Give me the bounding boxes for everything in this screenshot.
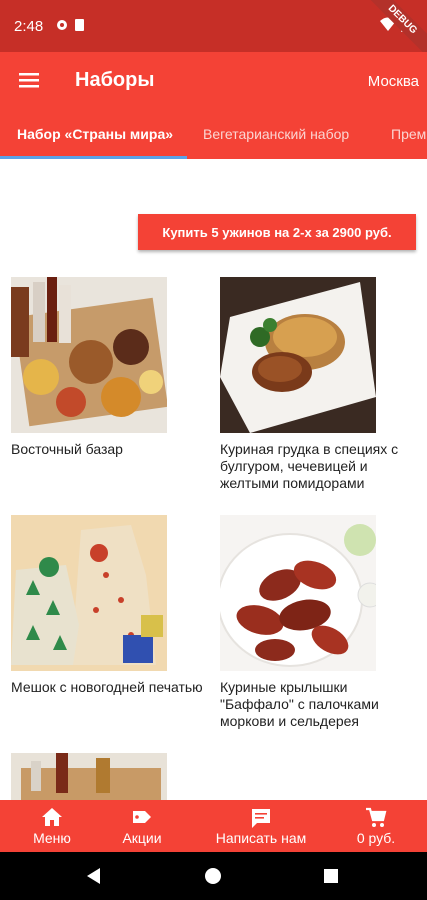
tab-vegetarian-set[interactable]: Вегетарианский набор [203, 126, 349, 142]
tab-premium-set[interactable]: Прем [391, 126, 426, 142]
bottom-navigation: Меню Акции Написать нам 0 руб. [0, 800, 427, 852]
product-image [220, 277, 376, 433]
city-selector[interactable]: Москва [368, 73, 419, 90]
nav-label: Акции [122, 830, 162, 846]
nav-item-cart[interactable]: 0 руб. [340, 800, 412, 852]
product-card[interactable]: Мешок с новогодней печатью [11, 515, 211, 696]
tag-icon [131, 807, 153, 832]
product-image [11, 515, 167, 671]
home-button-icon[interactable] [205, 868, 221, 884]
product-title: Куриные крылышки "Баффало" с палочками м… [220, 679, 379, 729]
page-title: Наборы [75, 69, 155, 91]
product-image [220, 515, 376, 671]
home-icon [41, 807, 63, 832]
product-title: Восточный базар [11, 441, 123, 457]
product-grid: Купить 5 ужинов на 2-х за 2900 руб. Вост… [0, 159, 427, 800]
nav-label: 0 руб. [356, 830, 396, 846]
nav-item-menu[interactable]: Меню [10, 800, 94, 852]
app-bar: Наборы Москва [0, 52, 427, 109]
recents-icon[interactable] [324, 869, 338, 883]
tab-bar: Набор «Страны мира» Вегетарианский набор… [0, 109, 427, 159]
product-image [11, 753, 167, 800]
tab-countries-set[interactable]: Набор «Страны мира» [17, 126, 173, 142]
nav-item-contact[interactable]: Написать нам [205, 800, 317, 852]
nav-label: Написать нам [215, 830, 307, 846]
menu-icon[interactable] [18, 70, 40, 90]
status-time: 2:48 [14, 18, 44, 35]
system-navigation-bar [0, 852, 427, 900]
product-title: Куриная грудка в специях с булгуром, чеч… [220, 441, 399, 491]
product-card[interactable]: Куриные крылышки "Баффало" с палочками м… [220, 515, 420, 730]
back-icon[interactable] [87, 868, 100, 884]
status-bar: 2:48 DEBUG [0, 0, 427, 65]
product-title: Мешок с новогодней печатью [11, 679, 203, 695]
settings-icon [57, 19, 84, 31]
product-image [11, 277, 167, 433]
status-notification-icons [56, 17, 86, 38]
promo-button[interactable]: Купить 5 ужинов на 2-х за 2900 руб. [138, 214, 416, 250]
product-card[interactable]: Восточный базар [11, 277, 211, 458]
nav-label: Меню [33, 830, 71, 846]
product-card[interactable] [11, 753, 211, 800]
nav-item-promotions[interactable]: Акции [102, 800, 182, 852]
product-card[interactable]: Куриная грудка в специях с булгуром, чеч… [220, 277, 420, 492]
